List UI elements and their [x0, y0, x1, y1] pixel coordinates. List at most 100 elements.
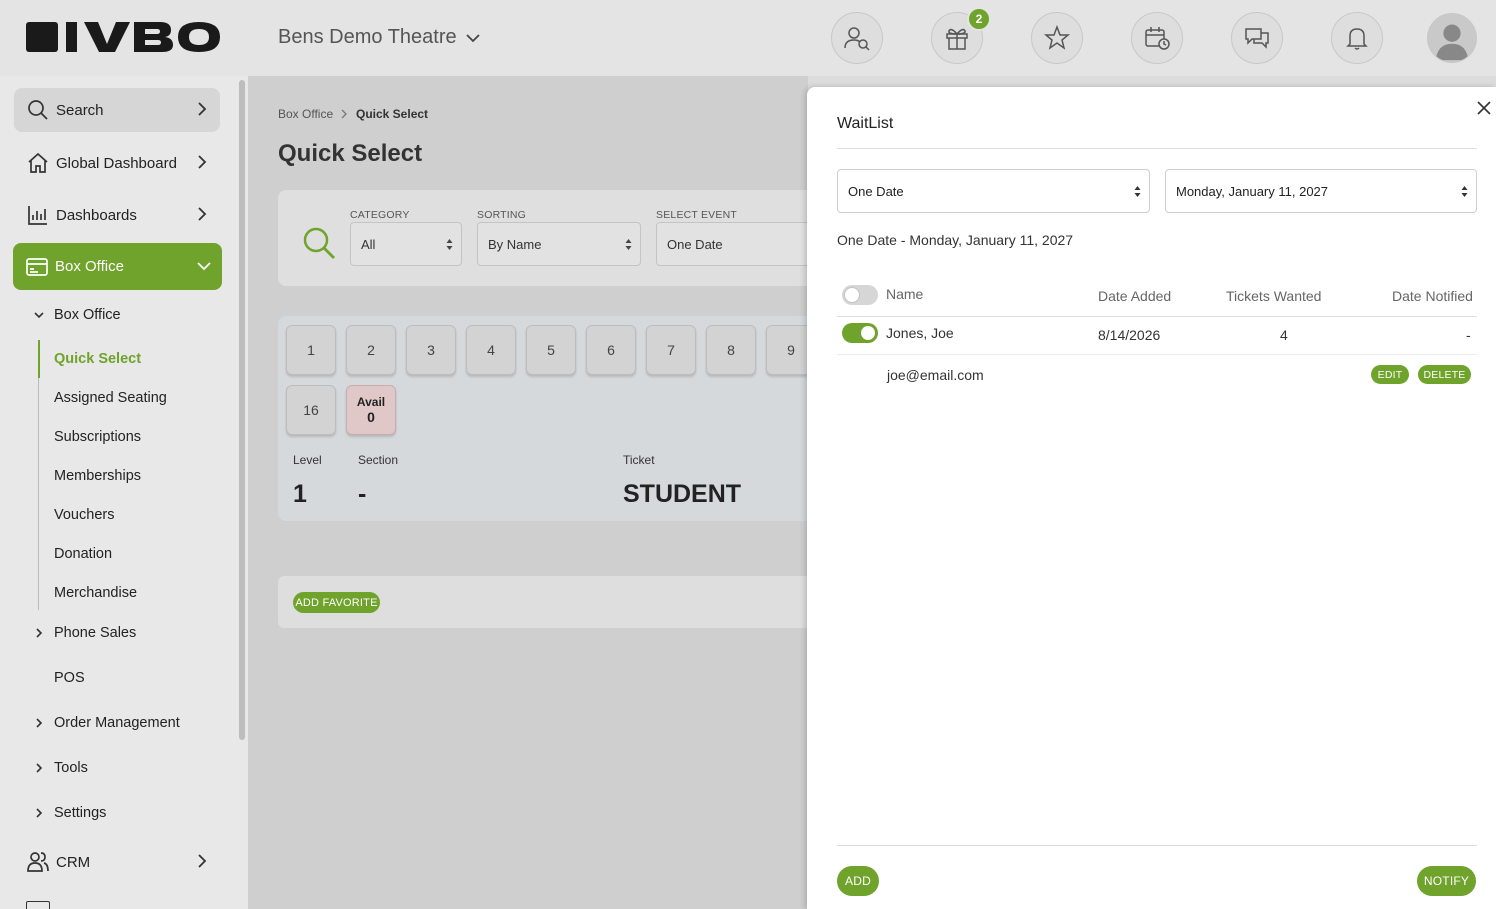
sidebar-sub-box-office[interactable]: Box Office [54, 307, 121, 323]
waitlist-tickets-wanted: 4 [1280, 327, 1288, 343]
sidebar-item-settings[interactable]: Settings [54, 805, 106, 821]
ivbo-logo[interactable] [26, 18, 222, 58]
ticket-value: STUDENT [623, 480, 742, 508]
sidebar-item-crm[interactable]: CRM [14, 840, 220, 884]
sidebar-item-tools[interactable]: Tools [54, 760, 88, 776]
ticket-label: Ticket [623, 453, 655, 467]
bell-icon [1346, 28, 1368, 50]
quantity-button[interactable]: 8 [706, 325, 756, 375]
quantity-button[interactable]: 16 [286, 385, 336, 435]
chat-icon [1245, 28, 1269, 49]
level-value: 1 [293, 480, 307, 508]
favorites-button[interactable] [1031, 12, 1083, 64]
quantity-button[interactable]: 6 [586, 325, 636, 375]
ticket-card-icon [26, 257, 48, 276]
chevron-down-icon [465, 33, 480, 42]
sidebar-item-order-management[interactable]: Order Management [54, 715, 180, 731]
sidebar-item-box-office[interactable]: Box Office [13, 243, 222, 290]
edit-button[interactable]: EDIT [1371, 365, 1409, 384]
waitlist-name: Jones, Joe [886, 325, 954, 341]
header-divider [837, 316, 1477, 317]
venue-selector[interactable]: Bens Demo Theatre [278, 26, 481, 49]
delete-button[interactable]: DELETE [1418, 365, 1471, 384]
category-label: CATEGORY [350, 209, 410, 221]
column-header-date-added: Date Added [1098, 288, 1172, 304]
select-all-toggle[interactable] [842, 285, 878, 305]
sidebar-scrollbar[interactable] [239, 80, 245, 740]
chevron-right-icon [36, 808, 43, 818]
sidebar-item-vouchers[interactable]: Vouchers [54, 507, 114, 523]
sidebar-item-label: Box Office [55, 258, 124, 275]
event-select[interactable]: One Date [656, 222, 816, 266]
avail-value: 0 [367, 409, 375, 425]
sidebar-item-pos[interactable]: POS [54, 670, 85, 686]
sidebar-search-label: Search [56, 101, 104, 119]
select-arrows-icon [1461, 186, 1468, 197]
breadcrumb-current: Quick Select [356, 107, 429, 121]
avatar[interactable] [1427, 13, 1477, 63]
star-icon [1043, 24, 1071, 50]
column-header-name: Name [886, 286, 924, 302]
sidebar-search[interactable]: Search [14, 88, 220, 132]
bar-chart-icon [28, 206, 47, 225]
search-icon[interactable] [301, 225, 337, 261]
level-label: Level [293, 453, 322, 467]
category-select[interactable]: All [350, 222, 462, 266]
sorting-select[interactable]: By Name [477, 222, 641, 266]
quantity-button[interactable]: 5 [526, 325, 576, 375]
column-header-date-notified: Date Notified [1392, 288, 1473, 304]
add-button[interactable]: ADD [837, 866, 879, 896]
users-icon [27, 852, 49, 872]
quantity-button[interactable]: 7 [646, 325, 696, 375]
sidebar-item-label: CRM [56, 853, 91, 871]
chevron-right-icon [198, 854, 207, 868]
waitlist-date-select[interactable]: Monday, January 11, 2027 [1165, 169, 1477, 213]
sidebar-item-global-dashboard[interactable]: Global Dashboard [14, 141, 220, 185]
quantity-button[interactable]: 2 [346, 325, 396, 375]
sidebar-item-phone-sales[interactable]: Phone Sales [54, 625, 136, 641]
waitlist-email: joe@email.com [887, 367, 984, 383]
page-title: Quick Select [278, 140, 423, 167]
event-value: One Date [667, 236, 723, 252]
notifications-button[interactable] [1331, 12, 1383, 64]
notification-count-badge: 2 [967, 7, 991, 31]
notify-button[interactable]: NOTIFY [1417, 866, 1476, 896]
sidebar-item-donation[interactable]: Donation [54, 546, 112, 562]
more-nav-icon [26, 901, 50, 909]
messages-button[interactable] [1231, 12, 1283, 64]
sidebar-item-assigned-seating[interactable]: Assigned Seating [54, 390, 167, 406]
sidebar-item-memberships[interactable]: Memberships [54, 468, 141, 484]
waitlist-date-added: 8/14/2026 [1098, 327, 1161, 343]
close-icon[interactable] [1476, 100, 1492, 116]
add-favorite-button[interactable]: ADD FAVORITE [293, 592, 380, 613]
sidebar-item-label: Global Dashboard [56, 154, 177, 172]
waitlist-date-value: Monday, January 11, 2027 [1176, 183, 1329, 199]
sidebar-item-quick-select[interactable]: Quick Select [54, 351, 141, 367]
select-event-label: SELECT EVENT [656, 209, 737, 221]
waitlist-type-select[interactable]: One Date [837, 169, 1150, 213]
gift-box-icon [946, 28, 968, 50]
quantity-button[interactable]: 4 [466, 325, 516, 375]
divider [837, 148, 1477, 149]
quantity-button[interactable]: 1 [286, 325, 336, 375]
row-select-toggle[interactable] [842, 323, 878, 343]
search-icon [28, 100, 48, 120]
venue-name: Bens Demo Theatre [278, 26, 457, 48]
sidebar-item-dashboards[interactable]: Dashboards [14, 193, 220, 237]
breadcrumb-parent[interactable]: Box Office [278, 107, 333, 121]
quantity-button[interactable]: 3 [406, 325, 456, 375]
chevron-right-icon [36, 718, 43, 728]
chevron-right-icon [36, 763, 43, 773]
breadcrumb-separator-icon [341, 109, 347, 119]
sorting-label: SORTING [477, 209, 527, 221]
calendar-clock-icon [1145, 27, 1170, 50]
user-search-icon [844, 27, 870, 51]
chevron-right-icon [198, 155, 207, 169]
category-value: All [361, 236, 376, 252]
user-search-button[interactable] [831, 12, 883, 64]
sidebar-item-subscriptions[interactable]: Subscriptions [54, 429, 141, 445]
footer-divider [837, 845, 1477, 846]
schedule-button[interactable] [1131, 12, 1183, 64]
row-divider [837, 354, 1477, 355]
sidebar-item-merchandise[interactable]: Merchandise [54, 585, 137, 601]
